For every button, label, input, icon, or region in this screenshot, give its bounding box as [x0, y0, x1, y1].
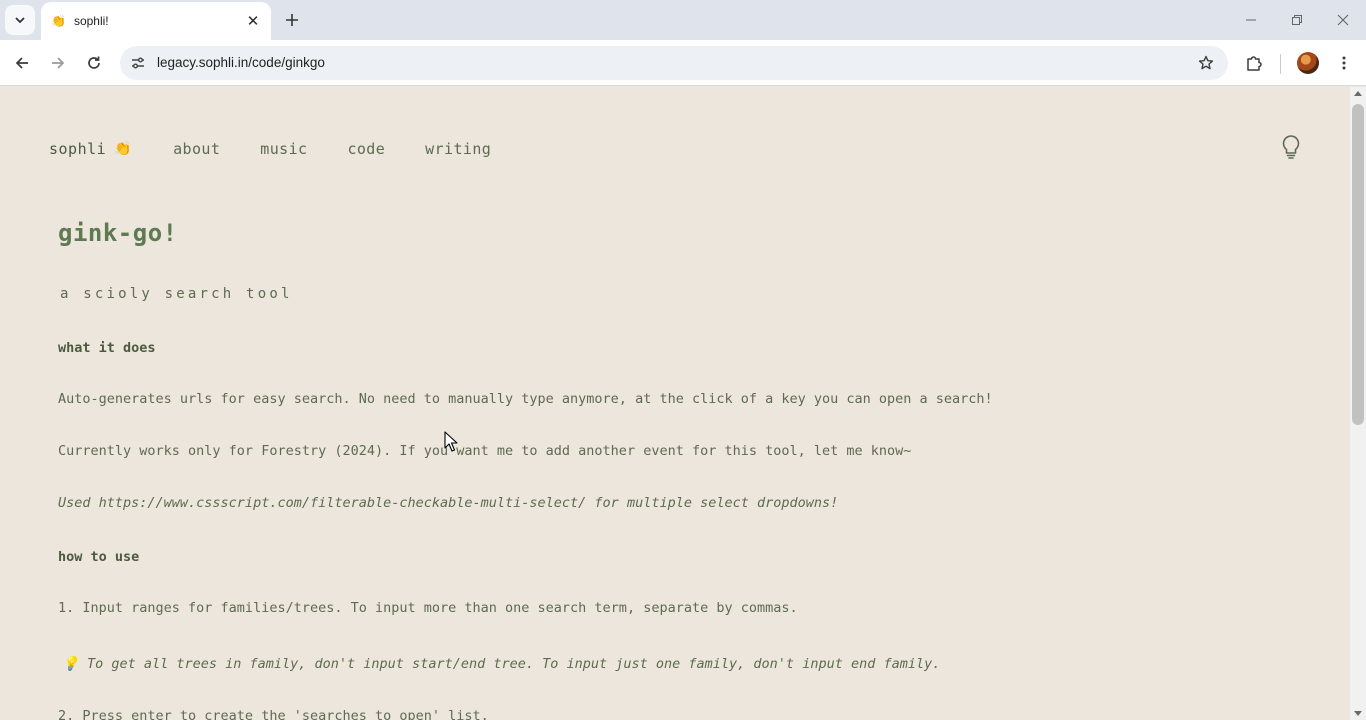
- section-heading-how-to-use: how to use: [58, 549, 140, 565]
- page-title: gink-go!: [58, 219, 178, 247]
- chevron-down-icon: [15, 17, 25, 24]
- arrow-left-icon: [15, 57, 28, 69]
- browser-toolbar: legacy.sophli.in/code/ginkgo: [0, 40, 1366, 86]
- lightbulb-emoji-icon: 💡: [62, 656, 79, 672]
- browser-tab[interactable]: 👏 sophli! ✕: [41, 2, 271, 40]
- extensions-button[interactable]: [1238, 47, 1270, 79]
- page-scrollbar[interactable]: [1350, 87, 1366, 720]
- more-vertical-icon: [1342, 56, 1346, 70]
- tab-search-button[interactable]: [5, 5, 35, 35]
- new-tab-button[interactable]: [280, 6, 304, 34]
- nav-link-about[interactable]: about: [173, 140, 220, 158]
- restore-icon: [1292, 15, 1302, 25]
- forward-button[interactable]: [42, 47, 74, 79]
- lightbulb-icon[interactable]: [1280, 134, 1302, 160]
- profile-avatar[interactable]: [1297, 52, 1319, 74]
- mouse-pointer-icon: [444, 431, 458, 452]
- paragraph-credits: Used https://www.cssscript.com/filterabl…: [58, 495, 839, 511]
- scroll-down-arrow-icon[interactable]: [1354, 711, 1362, 716]
- section-heading-what-it-does: what it does: [58, 340, 156, 356]
- page-subtitle: a scioly search tool: [60, 286, 293, 302]
- arrow-right-icon: [52, 57, 65, 69]
- tip-line: 💡 To get all trees in family, don't inpu…: [62, 656, 940, 672]
- step-2-text: 2. Press enter to create the 'searches t…: [58, 708, 489, 720]
- paragraph-description: Auto-generates urls for easy search. No …: [58, 391, 993, 407]
- site-settings-icon[interactable]: [126, 51, 150, 75]
- plus-icon: [286, 14, 298, 26]
- nav-link-code[interactable]: code: [347, 140, 385, 158]
- tip-text: To get all trees in family, don't input …: [86, 656, 941, 672]
- step-1-text: 1. Input ranges for families/trees. To i…: [58, 600, 798, 616]
- close-icon: [1337, 14, 1349, 26]
- back-button[interactable]: [6, 47, 38, 79]
- site-nav: sophli 👏 about music code writing: [49, 140, 491, 158]
- tab-strip: 👏 sophli! ✕: [0, 0, 1366, 40]
- url-text: legacy.sophli.in/code/ginkgo: [157, 55, 325, 70]
- browser-menu-button[interactable]: [1328, 47, 1360, 79]
- favicon-icon: 👏: [51, 14, 66, 28]
- paragraph-events: Currently works only for Forestry (2024)…: [58, 443, 912, 459]
- minimize-button[interactable]: [1228, 0, 1274, 40]
- address-bar[interactable]: legacy.sophli.in/code/ginkgo: [120, 46, 1228, 80]
- page-content: sophli 👏 about music code writing gink-g…: [0, 87, 1350, 720]
- bookmark-star-icon[interactable]: [1194, 51, 1218, 75]
- nav-link-music[interactable]: music: [260, 140, 307, 158]
- clap-icon: 👏: [114, 141, 133, 157]
- tab-title: sophli!: [73, 14, 109, 28]
- site-brand-link[interactable]: sophli 👏: [49, 140, 132, 158]
- brand-name: sophli: [49, 140, 107, 158]
- restore-button[interactable]: [1274, 0, 1320, 40]
- puzzle-icon: [1247, 56, 1262, 71]
- reload-button[interactable]: [78, 47, 110, 79]
- nav-link-writing[interactable]: writing: [425, 140, 491, 158]
- reload-icon: [88, 56, 100, 69]
- close-tab-icon[interactable]: ✕: [245, 13, 261, 29]
- scrollbar-thumb[interactable]: [1352, 104, 1364, 425]
- scroll-up-arrow-icon[interactable]: [1354, 91, 1362, 96]
- toolbar-divider: [1280, 54, 1281, 74]
- minimize-icon: [1246, 19, 1256, 21]
- close-window-button[interactable]: [1320, 0, 1366, 40]
